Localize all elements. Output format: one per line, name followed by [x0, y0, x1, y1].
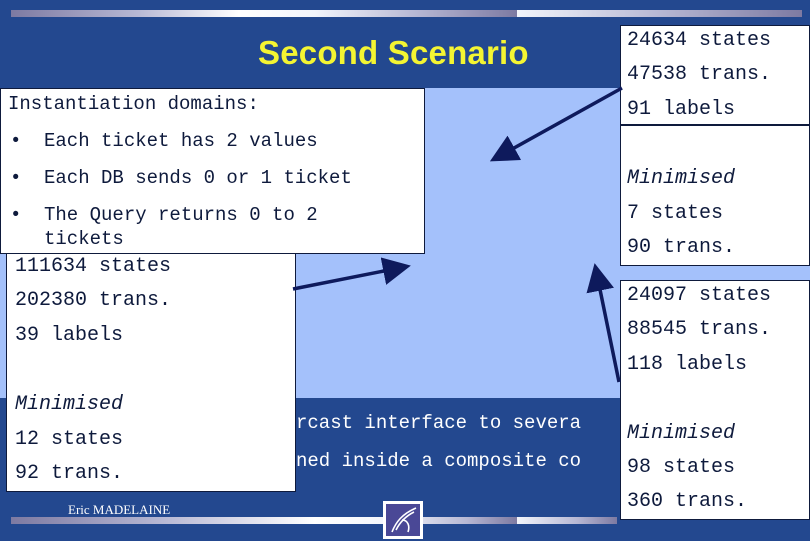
- bullet-icon: •: [10, 130, 22, 152]
- top-right-labels: 91 labels: [627, 98, 736, 121]
- slide-title: Second Scenario: [258, 34, 529, 71]
- domain-bullet-3: The Query returns 0 to 2: [44, 204, 318, 226]
- top-decorative-bar: [11, 10, 517, 17]
- top-right-trans: 47538 trans.: [627, 63, 772, 86]
- left-states: 111634 states: [15, 255, 172, 278]
- mid-right-min-states: 7 states: [627, 202, 724, 225]
- domain-bullet-1: Each ticket has 2 values: [44, 130, 318, 152]
- top-right-states: 24634 states: [627, 29, 772, 52]
- bullet-icon: •: [10, 167, 22, 189]
- domain-bullet-3-cont: tickets: [44, 228, 124, 250]
- bottom-right-minimised-label: Minimised: [627, 422, 736, 445]
- bottom-decorative-bar: [11, 517, 517, 524]
- body-text-line-1: rcast interface to severa: [296, 412, 582, 434]
- top-right-stats-box: 24634 states 47538 trans. 91 labels: [620, 25, 810, 125]
- left-labels: 39 labels: [15, 324, 124, 347]
- left-min-states: 12 states: [15, 428, 124, 451]
- left-stats-box: 111634 states 202380 trans. 39 labels Mi…: [6, 246, 296, 492]
- bottom-right-trans: 88545 trans.: [627, 318, 772, 341]
- instantiation-domains-box: Instantiation domains: • Each ticket has…: [0, 88, 425, 254]
- logo-inner: [386, 504, 420, 536]
- author-name: Eric MADELAINE: [68, 502, 171, 517]
- left-min-trans: 92 trans.: [15, 462, 124, 485]
- bottom-right-stats-box: 24097 states 88545 trans. 118 labels Min…: [620, 280, 810, 520]
- domain-bullet-2: Each DB sends 0 or 1 ticket: [44, 167, 352, 189]
- bottom-decorative-bar-right: [517, 517, 617, 524]
- body-text-line-2: ned inside a composite co: [296, 450, 582, 472]
- bottom-right-min-states: 98 states: [627, 456, 736, 479]
- left-minimised-label: Minimised: [15, 393, 124, 416]
- inria-logo-icon: [383, 501, 423, 539]
- logo-glyph-icon: [391, 507, 417, 533]
- bottom-right-min-trans: 360 trans.: [627, 490, 748, 513]
- mid-right-min-trans: 90 trans.: [627, 236, 736, 259]
- bullet-icon: •: [10, 204, 22, 226]
- domains-heading: Instantiation domains:: [8, 93, 259, 115]
- top-decorative-bar-right: [517, 10, 802, 17]
- left-trans: 202380 trans.: [15, 289, 172, 312]
- bottom-right-states: 24097 states: [627, 284, 772, 307]
- mid-right-minimised-label: Minimised: [627, 167, 736, 190]
- bottom-right-labels: 118 labels: [627, 353, 748, 376]
- mid-right-stats-box: Minimised 7 states 90 trans.: [620, 125, 810, 266]
